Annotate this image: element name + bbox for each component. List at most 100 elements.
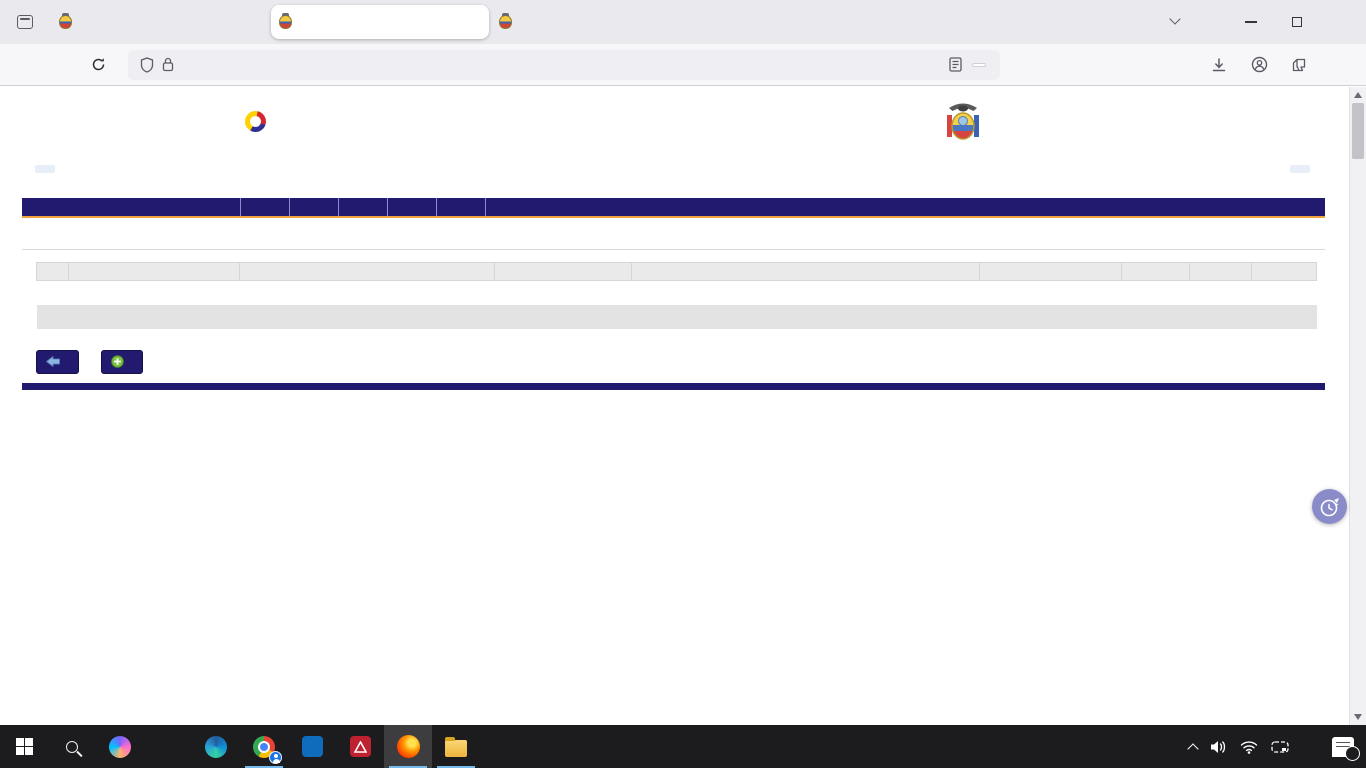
- scroll-up-icon[interactable]: [1354, 92, 1362, 98]
- taskbar-copilot-button[interactable]: [96, 725, 144, 768]
- system-tray: [1189, 725, 1366, 768]
- total-value: [980, 281, 1122, 305]
- forward-button[interactable]: [44, 50, 76, 80]
- nav-item-administracion[interactable]: [436, 198, 486, 216]
- nav-item-entidad-contratante[interactable]: [387, 198, 436, 216]
- restore-icon: [1292, 17, 1302, 27]
- edge-icon: [205, 736, 227, 758]
- site-footer: [22, 383, 1325, 390]
- ecuador-favicon-icon: [59, 15, 72, 29]
- speaker-icon: [1210, 740, 1227, 754]
- col-header-factura: [69, 263, 240, 281]
- chevron-down-icon: [1169, 13, 1180, 24]
- clock-rocket-icon: [1318, 495, 1342, 519]
- display-icon: [1271, 740, 1289, 754]
- start-button[interactable]: [0, 725, 48, 768]
- firefox-view-icon: [17, 15, 33, 29]
- acrobat-icon: [350, 736, 371, 757]
- taskbar-firefox-button[interactable]: [384, 725, 432, 768]
- site-header: [22, 87, 1325, 163]
- search-icon: [66, 741, 78, 753]
- info-bar: [22, 165, 1325, 189]
- total-row: [37, 281, 1317, 305]
- notification-center-button[interactable]: [1332, 737, 1354, 757]
- volume-button[interactable]: [1210, 740, 1227, 754]
- browser-toolbar: [0, 44, 1366, 86]
- notification-icon: [1332, 737, 1354, 757]
- nueva-factura-button[interactable]: [101, 350, 143, 374]
- main-navigation: [22, 198, 1325, 218]
- taskbar-acrobat-button[interactable]: [336, 725, 384, 768]
- col-header-ruc: [495, 263, 632, 281]
- session-info: [1290, 165, 1310, 173]
- new-tab-button[interactable]: [720, 20, 736, 24]
- invoices-table: [36, 262, 1317, 329]
- col-header-nro: [37, 263, 69, 281]
- lock-icon[interactable]: [162, 57, 174, 72]
- back-button[interactable]: [6, 50, 38, 80]
- scroll-down-icon[interactable]: [1354, 714, 1362, 720]
- scrollbar-thumb[interactable]: [1352, 103, 1364, 159]
- minimize-icon: [1245, 21, 1257, 23]
- zoom-level-button[interactable]: [972, 63, 986, 67]
- taskbar-chrome-button[interactable]: [240, 725, 288, 768]
- ecuador-coat-of-arms-icon: [945, 101, 981, 145]
- table-bottom-strip: [37, 305, 1317, 329]
- datetime-display: [35, 165, 55, 173]
- outlook-icon: [302, 736, 323, 757]
- col-header-editar: [1190, 263, 1252, 281]
- tray-expand-button[interactable]: [1189, 741, 1197, 753]
- connect-display-button[interactable]: [1271, 740, 1289, 754]
- floating-timer-widget[interactable]: [1312, 489, 1347, 524]
- taskbar-search-button[interactable]: [48, 725, 96, 768]
- tracking-shield-icon[interactable]: [140, 57, 154, 73]
- tab-catalogo[interactable]: [491, 5, 709, 39]
- window-controls: [1228, 2, 1366, 42]
- toolbar-right-icons: [1206, 52, 1366, 78]
- sercop-logo: [244, 111, 267, 132]
- nav-item-datos-generales[interactable]: [289, 198, 338, 216]
- notification-badge: [1345, 746, 1360, 761]
- tab-infima-cuantia[interactable]: [271, 5, 489, 39]
- extensions-button[interactable]: [1286, 52, 1312, 78]
- ecuador-favicon-icon: [499, 15, 512, 29]
- reload-icon: [91, 57, 106, 72]
- plus-circle-icon: [111, 355, 124, 368]
- chrome-profile-badge: [269, 751, 282, 764]
- back-arrow-icon: [46, 356, 60, 367]
- reload-button[interactable]: [82, 50, 114, 80]
- url-bar[interactable]: [128, 50, 1000, 80]
- firefox-icon: [397, 735, 420, 758]
- close-window-button[interactable]: [1320, 2, 1366, 42]
- app-menu-button[interactable]: [1326, 52, 1352, 78]
- regresar-button[interactable]: [36, 350, 79, 374]
- web-page: [0, 87, 1349, 725]
- firefox-view-button[interactable]: [10, 7, 40, 37]
- ecuador-favicon-icon: [279, 15, 292, 29]
- file-explorer-icon: [445, 740, 467, 757]
- nav-item-consultar[interactable]: [338, 198, 387, 216]
- taskbar-edge-button[interactable]: [192, 725, 240, 768]
- tab-necesidades[interactable]: [51, 5, 269, 39]
- table-header-row: [37, 263, 1317, 281]
- windows-logo-icon: [16, 738, 33, 755]
- taskbar-explorer-button[interactable]: [432, 725, 480, 768]
- col-header-eliminar: [1252, 263, 1317, 281]
- downloads-button[interactable]: [1206, 52, 1232, 78]
- nav-item-inicio[interactable]: [240, 198, 289, 216]
- taskbar-ie-button[interactable]: [144, 725, 192, 768]
- col-header-visualizar: [1122, 263, 1190, 281]
- network-button[interactable]: [1240, 740, 1258, 754]
- chevron-up-icon: [1187, 743, 1198, 754]
- reader-mode-icon[interactable]: [949, 57, 962, 72]
- account-button[interactable]: [1246, 52, 1272, 78]
- vertical-scrollbar[interactable]: [1349, 87, 1366, 725]
- restore-button[interactable]: [1274, 2, 1320, 42]
- total-label: [37, 281, 980, 305]
- list-all-tabs-button[interactable]: [1160, 13, 1190, 31]
- taskbar-outlook-button[interactable]: [288, 725, 336, 768]
- col-header-fecha: [240, 263, 495, 281]
- sercop-logo-o-icon: [245, 111, 266, 132]
- wifi-icon: [1240, 740, 1258, 754]
- minimize-button[interactable]: [1228, 2, 1274, 42]
